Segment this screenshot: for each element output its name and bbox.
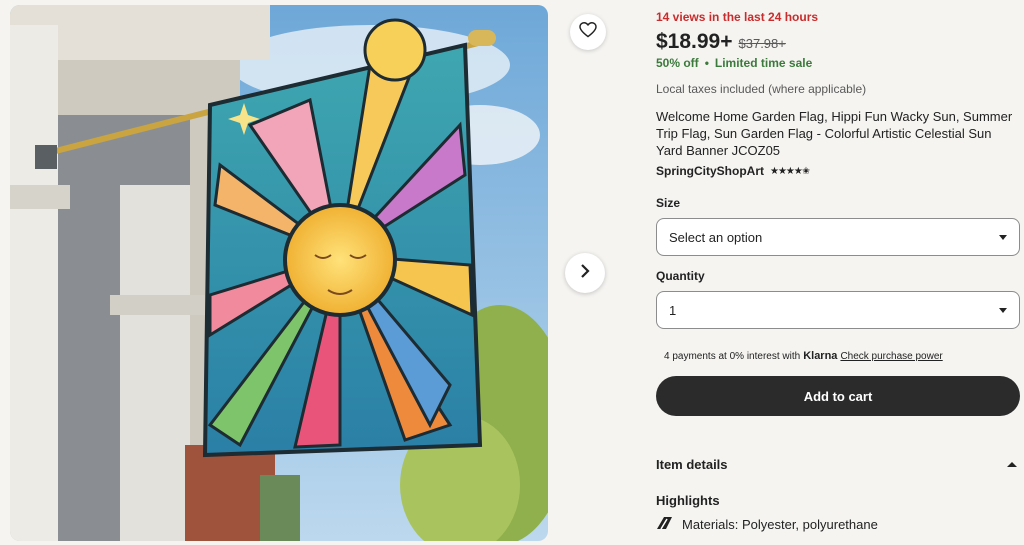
sale-info: 50% off • Limited time sale (656, 56, 812, 70)
sale-label: Limited time sale (714, 56, 813, 70)
klarna-brand: Klarna (803, 350, 838, 362)
price-row: $18.99+ $37.98+ (656, 30, 786, 54)
rating-stars[interactable]: ★★★★✬ (770, 166, 810, 177)
klarna-text: 4 payments at 0% interest with (664, 351, 801, 362)
size-select-value: Select an option (669, 229, 763, 245)
shop-name-link[interactable]: SpringCityShopArt (656, 164, 764, 178)
size-label: Size (656, 196, 681, 210)
caret-down-icon (999, 307, 1007, 313)
heart-icon (579, 21, 597, 43)
quantity-label: Quantity (656, 269, 705, 283)
product-image[interactable] (10, 5, 548, 541)
size-select[interactable]: Select an option (656, 218, 1020, 256)
item-details-header: Item details (656, 456, 728, 472)
materials-row: Materials: Polyester, polyurethane (656, 515, 878, 534)
add-to-cart-button[interactable]: Add to cart (656, 376, 1020, 416)
quantity-select-value: 1 (669, 302, 677, 318)
highlights-heading: Highlights (656, 493, 720, 508)
taxes-note: Local taxes included (where applicable) (656, 82, 867, 96)
next-image-button[interactable] (565, 253, 605, 293)
discount-text: 50% off (656, 56, 699, 70)
chevron-up-icon (1006, 455, 1018, 473)
item-details-toggle[interactable]: Item details (656, 455, 1018, 473)
check-purchase-power-link[interactable]: Check purchase power (840, 351, 942, 362)
materials-icon (656, 515, 674, 534)
shop-row: SpringCityShopArt ★★★★✬ (656, 164, 810, 178)
views-indicator: 14 views in the last 24 hours (656, 10, 819, 24)
chevron-right-icon (579, 263, 591, 283)
current-price: $18.99+ (656, 30, 733, 53)
original-price: $37.98+ (738, 36, 786, 51)
klarna-installments: 4 payments at 0% interest with Klarna Ch… (664, 350, 943, 362)
separator-dot: • (704, 56, 709, 70)
caret-down-icon (999, 234, 1007, 240)
favorite-button[interactable] (570, 14, 606, 50)
materials-text: Materials: Polyester, polyurethane (682, 517, 878, 532)
listing-title: Welcome Home Garden Flag, Hippi Fun Wack… (656, 109, 1013, 158)
quantity-select[interactable]: 1 (656, 291, 1020, 329)
